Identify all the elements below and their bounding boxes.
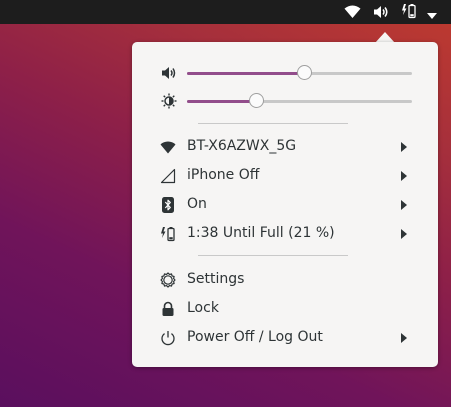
chevron-right-icon: [401, 229, 407, 239]
menu-down-icon[interactable]: [427, 9, 437, 23]
power-off-item[interactable]: Power Off / Log Out: [132, 325, 438, 351]
cellular-signal-icon: [160, 168, 176, 184]
volume-icon[interactable]: [373, 5, 389, 19]
separator: [198, 123, 348, 124]
bluetooth-item[interactable]: On: [132, 192, 438, 218]
settings-label: Settings: [187, 271, 245, 287]
settings-item[interactable]: Settings: [132, 267, 438, 293]
chevron-right-icon: [401, 200, 407, 210]
volume-track[interactable]: [187, 65, 412, 80]
brightness-slider[interactable]: [132, 90, 438, 112]
battery-label: 1:38 Until Full (21 %): [187, 225, 335, 241]
system-menu: BT-X6AZWX_5G iPhone Off On 1:38 Until Fu…: [132, 42, 438, 367]
brightness-icon: [161, 93, 177, 109]
wifi-item[interactable]: BT-X6AZWX_5G: [132, 134, 438, 160]
volume-knob[interactable]: [296, 65, 312, 80]
lock-item[interactable]: Lock: [132, 296, 438, 322]
chevron-right-icon: [401, 142, 407, 152]
wifi-icon: [160, 139, 176, 155]
battery-item[interactable]: 1:38 Until Full (21 %): [132, 221, 438, 247]
mobile-broadband-label: iPhone Off: [187, 167, 260, 183]
brightness-track[interactable]: [187, 93, 412, 108]
bluetooth-label: On: [187, 196, 207, 212]
battery-charging-icon: [160, 226, 176, 242]
bluetooth-icon: [160, 197, 176, 213]
chevron-right-icon: [401, 333, 407, 343]
volume-fill: [187, 72, 304, 75]
separator: [198, 255, 348, 256]
lock-icon: [160, 301, 176, 317]
brightness-knob[interactable]: [249, 93, 265, 108]
power-off-label: Power Off / Log Out: [187, 329, 323, 345]
chevron-right-icon: [401, 171, 407, 181]
brightness-fill: [187, 100, 257, 103]
lock-label: Lock: [187, 300, 219, 316]
power-icon: [160, 330, 176, 346]
battery-charging-icon[interactable]: [401, 4, 417, 19]
top-bar: [0, 0, 451, 24]
settings-icon: [160, 272, 176, 288]
volume-icon: [161, 65, 177, 81]
volume-slider[interactable]: [132, 62, 438, 84]
mobile-broadband-item[interactable]: iPhone Off: [132, 163, 438, 189]
wifi-icon[interactable]: [344, 5, 361, 19]
wifi-label: BT-X6AZWX_5G: [187, 138, 297, 154]
